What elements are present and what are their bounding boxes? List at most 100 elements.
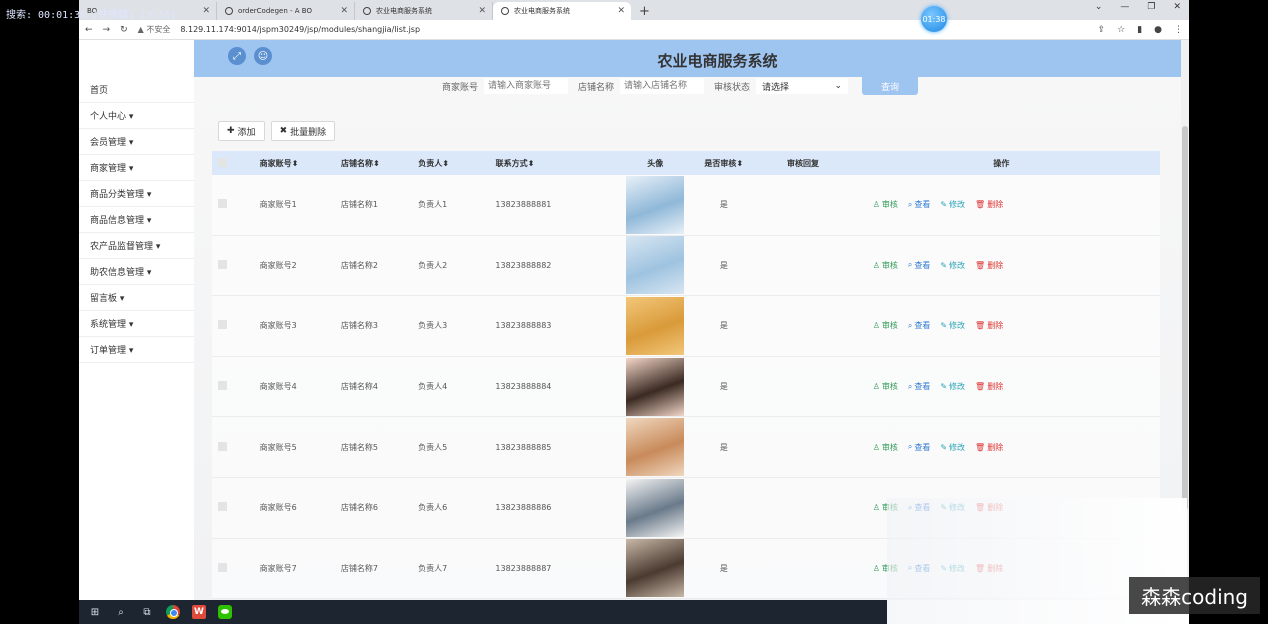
user-check-icon: ♙: [872, 200, 880, 210]
row-checkbox[interactable]: [212, 562, 260, 574]
recorder-timer-badge[interactable]: 01:38: [921, 6, 947, 32]
edit-button[interactable]: ✎修改: [940, 260, 965, 271]
view-button[interactable]: ⌕查看: [908, 260, 930, 271]
avatar-image[interactable]: [626, 236, 685, 295]
wps-icon[interactable]: W: [191, 604, 207, 620]
delete-button[interactable]: 🗑删除: [975, 381, 1003, 392]
edit-button[interactable]: ✎修改: [940, 199, 965, 210]
share-icon[interactable]: ⇪: [1098, 25, 1106, 35]
search-icon[interactable]: ⌕: [113, 604, 129, 620]
sidebar-item-merchants[interactable]: 商家管理 ▾: [79, 155, 194, 181]
site-icon: [501, 7, 509, 15]
shop-label: 店铺名称: [578, 82, 615, 93]
sidepanel-icon[interactable]: ▮: [1137, 25, 1142, 35]
audit-button[interactable]: ♙审核: [873, 199, 898, 210]
toolbar: ✚ 添加 ✖ 批量删除: [218, 121, 336, 141]
sidebar-item-categories[interactable]: 商品分类管理 ▾: [79, 181, 194, 207]
status-select[interactable]: 请选择 ⌄: [756, 78, 849, 94]
sidebar-item-aid-info[interactable]: 助农信息管理 ▾: [79, 259, 194, 285]
delete-button[interactable]: 🗑删除: [975, 199, 1003, 210]
back-icon[interactable]: ←: [85, 25, 93, 35]
sidebar-item-orders[interactable]: 订单管理 ▾: [79, 337, 194, 363]
wechat-icon[interactable]: [217, 604, 233, 620]
task-view-icon[interactable]: ⧉: [139, 604, 155, 620]
header-audit[interactable]: 是否审核⬍: [684, 158, 763, 169]
header-phone[interactable]: 联系方式⬍: [496, 158, 595, 169]
batch-delete-label: 批量删除: [290, 127, 327, 138]
sidebar-item-system[interactable]: 系统管理 ▾: [79, 311, 194, 337]
edit-button[interactable]: ✎修改: [940, 320, 965, 331]
url-field[interactable]: 8.129.11.174:9014/jspm30249/jsp/modules/…: [180, 25, 420, 34]
scrollbar-thumb[interactable]: [1182, 126, 1188, 510]
profile-icon[interactable]: ●: [1154, 25, 1162, 35]
row-checkbox[interactable]: [212, 259, 260, 271]
row-checkbox[interactable]: [212, 320, 260, 331]
close-icon[interactable]: ✕: [340, 6, 348, 16]
query-button[interactable]: 查询: [862, 77, 919, 95]
account-search-input[interactable]: [484, 78, 569, 94]
forward-icon[interactable]: →: [103, 25, 111, 35]
view-button[interactable]: ⌕查看: [908, 442, 930, 453]
batch-delete-button[interactable]: ✖ 批量删除: [270, 121, 336, 141]
cell-account: 商家账号5: [259, 442, 297, 452]
sidebar-item-personal[interactable]: 个人中心 ▾: [79, 103, 194, 129]
windows-start-icon[interactable]: ⊞: [87, 604, 103, 620]
pencil-icon: ✎: [940, 382, 948, 392]
row-checkbox[interactable]: [212, 502, 260, 513]
row-checkbox[interactable]: [212, 381, 260, 392]
browser-tab-4[interactable]: 农业电商服务系统 ✕: [493, 2, 631, 20]
row-checkbox[interactable]: [212, 199, 260, 210]
edit-button[interactable]: ✎修改: [940, 442, 965, 453]
edit-button[interactable]: ✎修改: [940, 381, 965, 392]
view-button[interactable]: ⌕查看: [908, 381, 930, 392]
header-shop[interactable]: 店铺名称⬍: [341, 158, 418, 169]
close-icon[interactable]: ✕: [202, 6, 210, 16]
row-checkbox[interactable]: [212, 441, 260, 453]
page-title: 农业电商服务系统: [657, 52, 778, 70]
add-button[interactable]: ✚ 添加: [218, 121, 265, 141]
pencil-icon: ✎: [940, 200, 948, 210]
chrome-icon[interactable]: [165, 604, 181, 620]
close-window-icon[interactable]: ✕: [1173, 2, 1181, 12]
sidebar-item-supervision[interactable]: 农产品监督管理 ▾: [79, 233, 194, 259]
search-icon: ⌕: [907, 442, 913, 452]
audit-button[interactable]: ♙审核: [873, 381, 898, 392]
header-owner[interactable]: 负责人⬍: [418, 158, 495, 169]
avatar-image[interactable]: [626, 478, 685, 537]
avatar-image[interactable]: [626, 539, 685, 598]
security-warning[interactable]: ▲ 不安全: [138, 24, 171, 35]
avatar-image[interactable]: [626, 175, 685, 234]
close-icon[interactable]: ✕: [478, 6, 486, 16]
header-account[interactable]: 商家账号⬍: [260, 158, 341, 169]
chevron-down-icon[interactable]: ⌄: [1095, 2, 1103, 12]
cell-owner: 负责人7: [418, 563, 448, 573]
new-tab-button[interactable]: +: [631, 2, 658, 20]
select-all-checkbox[interactable]: [212, 157, 260, 169]
avatar-image[interactable]: [626, 418, 685, 477]
sidebar-item-products[interactable]: 商品信息管理 ▾: [79, 207, 194, 233]
audit-button[interactable]: ♙审核: [873, 260, 898, 271]
sidebar-item-messages[interactable]: 留言板 ▾: [79, 285, 194, 311]
avatar-image[interactable]: [626, 357, 685, 416]
menu-icon[interactable]: ⋮: [1174, 25, 1183, 35]
delete-button[interactable]: 🗑删除: [975, 260, 1003, 271]
delete-button[interactable]: 🗑删除: [975, 320, 1003, 331]
sidebar-item-members[interactable]: 会员管理 ▾: [79, 129, 194, 155]
minimize-icon[interactable]: —: [1120, 2, 1129, 12]
view-button[interactable]: ⌕查看: [908, 320, 930, 331]
sidebar-item-home[interactable]: 首页: [79, 77, 194, 103]
delete-button[interactable]: 🗑删除: [975, 442, 1003, 453]
view-button[interactable]: ⌕查看: [908, 199, 930, 210]
avatar-image[interactable]: [626, 296, 685, 355]
shop-search-input[interactable]: [620, 78, 705, 94]
cell-shop: 店铺名称5: [340, 442, 378, 452]
cell-phone: 13823888886: [495, 503, 552, 513]
audit-button[interactable]: ♙审核: [873, 320, 898, 331]
browser-tab-3[interactable]: 农业电商服务系统 ✕: [355, 2, 493, 20]
restore-icon[interactable]: ❐: [1147, 2, 1155, 12]
reload-icon[interactable]: ↻: [120, 25, 128, 35]
close-icon[interactable]: ✕: [617, 6, 625, 16]
audit-button[interactable]: ♙审核: [873, 442, 898, 453]
star-icon[interactable]: ☆: [1117, 25, 1125, 35]
browser-tab-2[interactable]: orderCodegen - A BO ✕: [217, 2, 355, 20]
